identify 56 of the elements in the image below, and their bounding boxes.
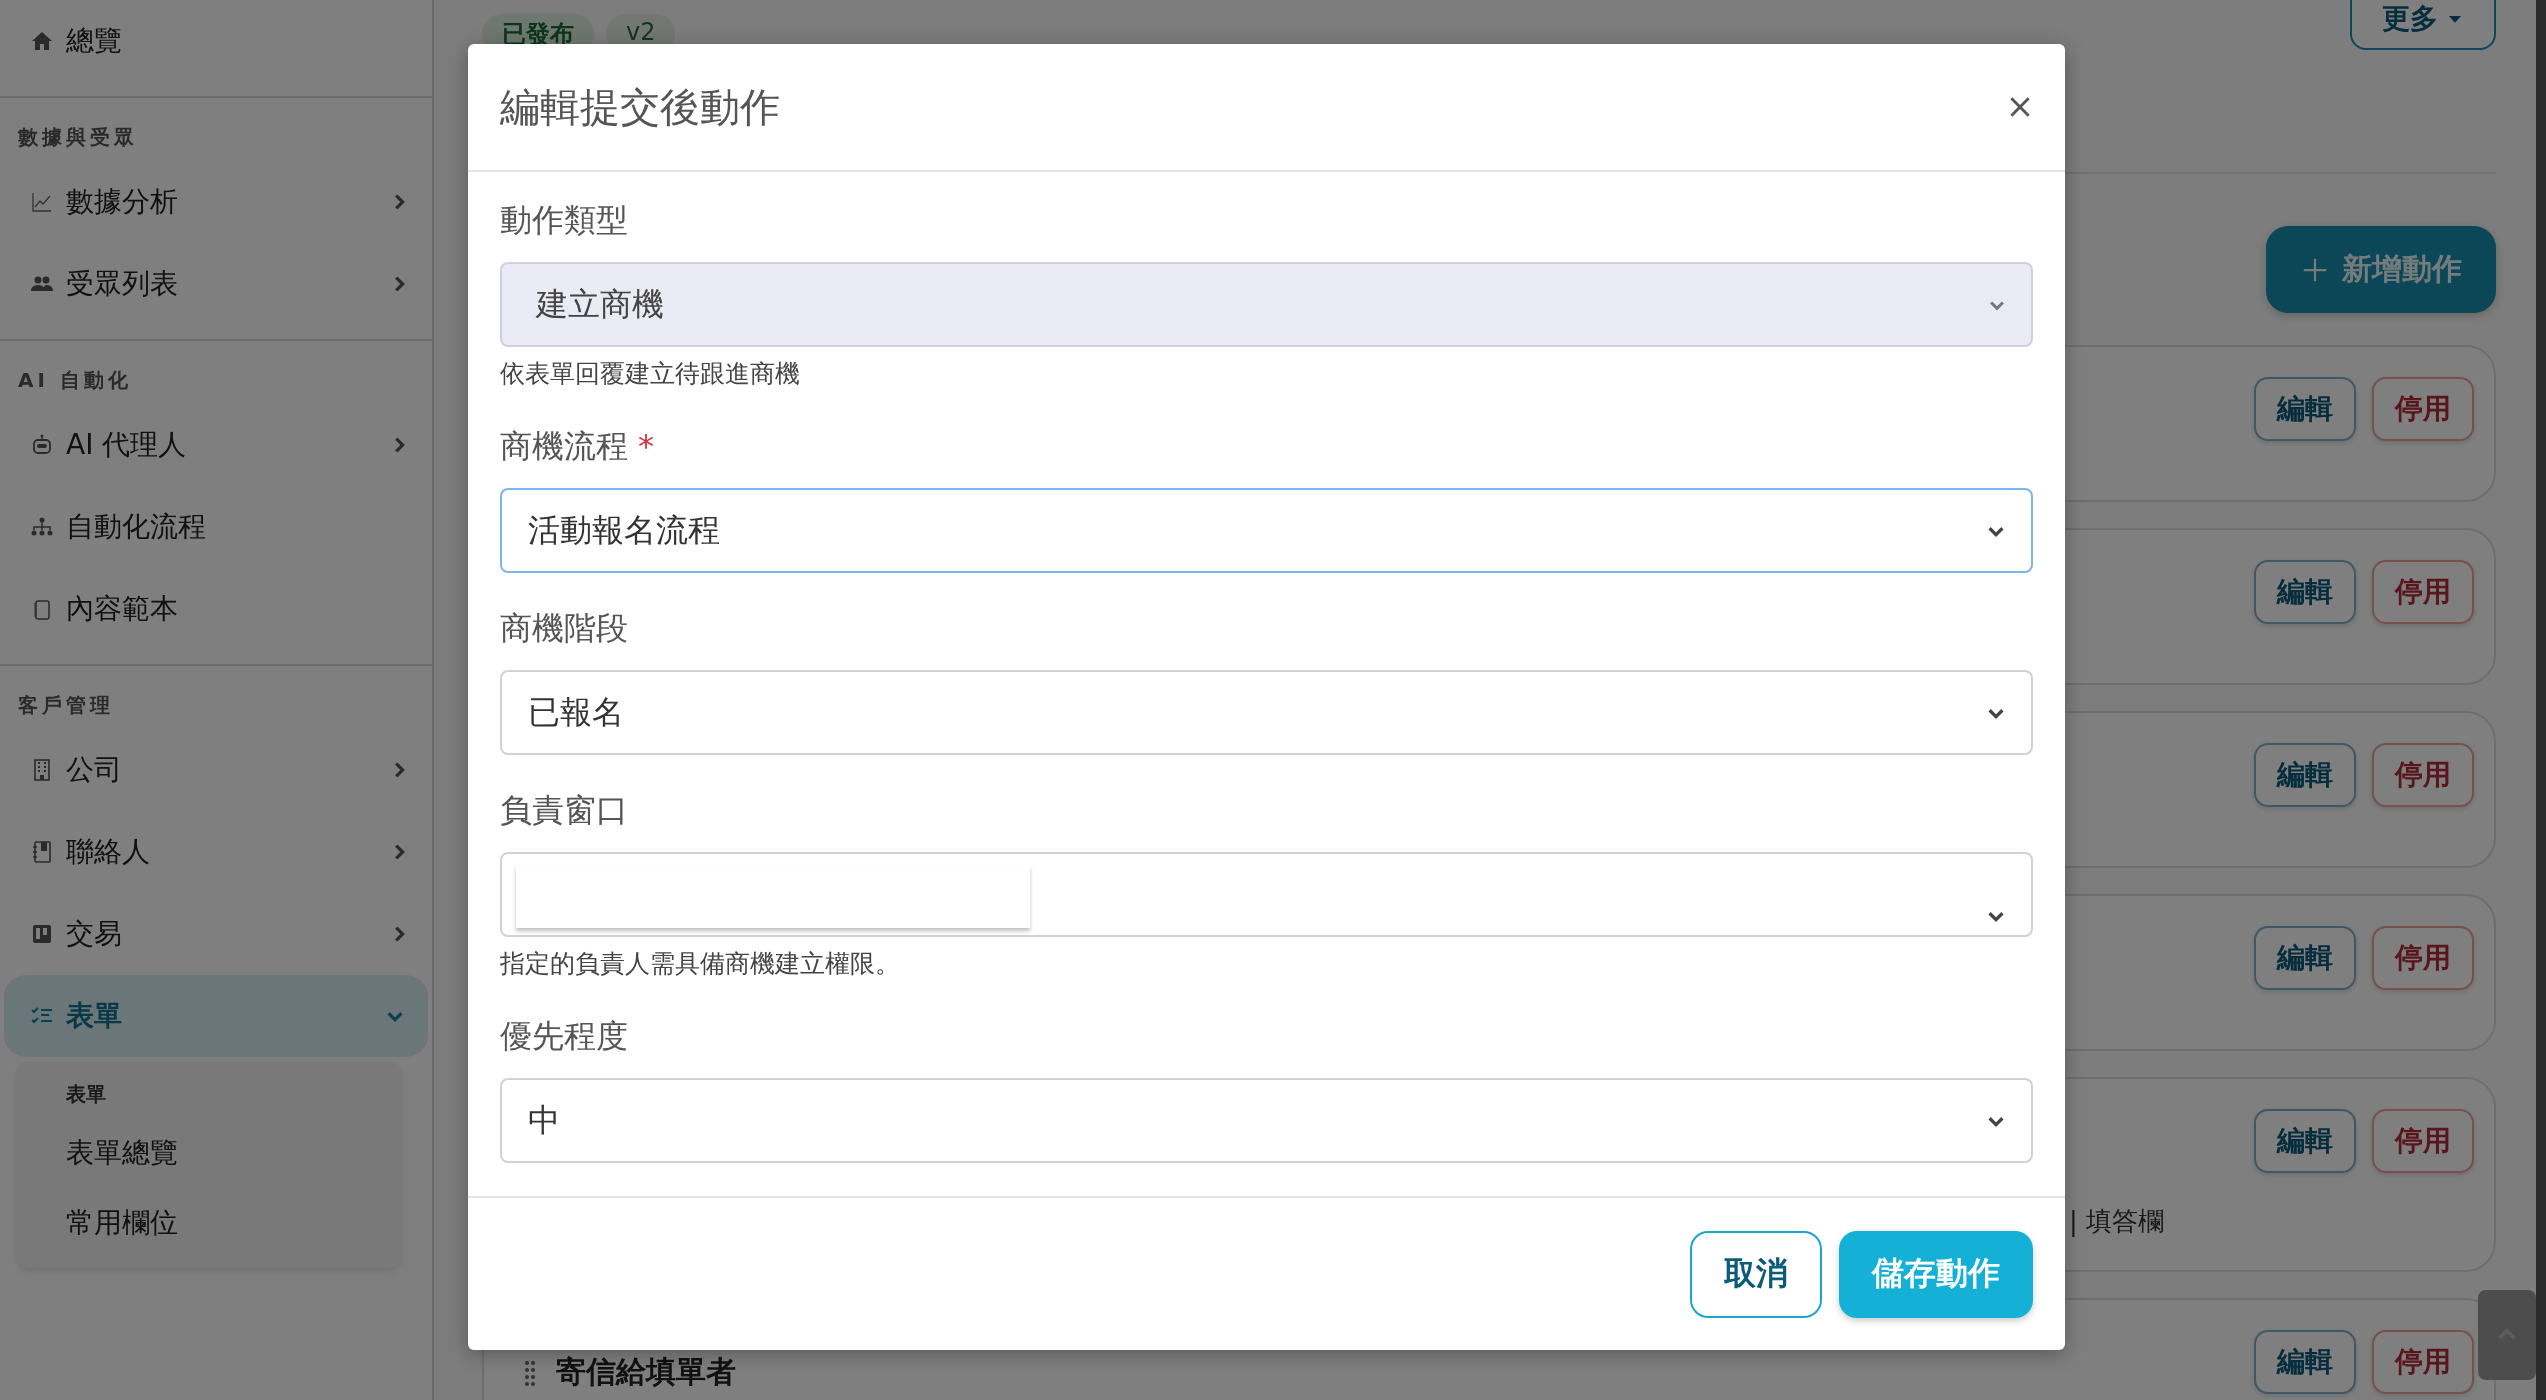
sidebar-item[interactable]: 公司 — [0, 729, 432, 811]
section-heading: 客戶管理 — [17, 692, 115, 719]
field-label: 動作類型 — [500, 200, 628, 241]
select-field[interactable]: 活動報名流程 — [500, 488, 2033, 573]
sidebar-item[interactable]: 交易 — [0, 893, 432, 975]
help-text: 依表單回覆建立待跟進商機 — [500, 358, 801, 390]
drag-handle-icon — [524, 1360, 536, 1388]
edit-button[interactable]: 編輯 — [2254, 377, 2356, 441]
submenu-item[interactable]: 常用欄位 — [66, 1188, 400, 1258]
section-heading: AI 自動化 — [17, 367, 133, 394]
sidebar-item[interactable]: 受眾列表 — [0, 243, 432, 325]
save-button[interactable]: 儲存動作 — [1839, 1230, 2033, 1318]
help-text: 指定的負責人需具備商機建立權限。 — [500, 948, 901, 980]
field-label: 負責窗口 — [500, 790, 628, 831]
edit-button[interactable]: 編輯 — [2254, 743, 2356, 807]
sidebar-item[interactable]: AI 代理人 — [0, 404, 432, 486]
select-field[interactable] — [500, 852, 2033, 937]
action-title: 寄信給填單者 — [556, 1353, 737, 1391]
sidebar-item[interactable]: 表單 — [4, 975, 428, 1057]
search-input[interactable] — [516, 866, 1030, 928]
disable-button[interactable]: 停用 — [2372, 743, 2474, 807]
select-field[interactable]: 已報名 — [500, 670, 2033, 755]
edit-button[interactable]: 編輯 — [2254, 1109, 2356, 1173]
submenu-item[interactable]: 表單總覽 — [66, 1118, 400, 1188]
modal-title: 編輯提交後動作 — [500, 82, 781, 132]
cancel-button[interactable]: 取消 — [1690, 1230, 1822, 1318]
sidebar-item[interactable]: 聯絡人 — [0, 811, 432, 893]
disable-button[interactable]: 停用 — [2372, 377, 2474, 441]
select-field[interactable]: 中 — [500, 1078, 2033, 1163]
robot-icon — [30, 433, 54, 457]
disable-button[interactable]: 停用 — [2372, 1109, 2474, 1173]
add-action-button[interactable]: 新增動作 — [2266, 226, 2496, 313]
scroll-top-button[interactable] — [2478, 1290, 2536, 1380]
field-label: 優先程度 — [500, 1016, 628, 1057]
edit-button[interactable]: 編輯 — [2254, 1330, 2356, 1394]
sidebar-item[interactable]: 數據分析 — [0, 161, 432, 243]
edit-button[interactable]: 編輯 — [2254, 560, 2356, 624]
submenu-heading: 表單 — [66, 1081, 107, 1108]
home-icon — [30, 29, 54, 53]
required-mark: * — [638, 426, 654, 467]
more-button[interactable]: 更多 — [2350, 0, 2496, 50]
sidebar-item[interactable]: 總覽 — [0, 0, 432, 82]
disable-button[interactable]: 停用 — [2372, 560, 2474, 624]
disable-button[interactable]: 停用 — [2372, 1330, 2474, 1394]
field-label: 商機流程 — [500, 426, 628, 467]
section-heading: 數據與受眾 — [17, 124, 139, 151]
scrollbar[interactable] — [2536, 0, 2546, 1400]
sidebar-item[interactable]: 內容範本 — [0, 568, 432, 650]
action-meta: | 填答欄 — [2068, 1205, 2164, 1239]
field-label: 商機階段 — [500, 608, 628, 649]
edit-button[interactable]: 編輯 — [2254, 926, 2356, 990]
address-book-icon — [30, 840, 54, 864]
kanban-icon — [30, 922, 54, 946]
sidebar-item[interactable]: 自動化流程 — [0, 486, 432, 568]
line-chart-icon — [30, 190, 54, 214]
disable-button[interactable]: 停用 — [2372, 926, 2474, 990]
